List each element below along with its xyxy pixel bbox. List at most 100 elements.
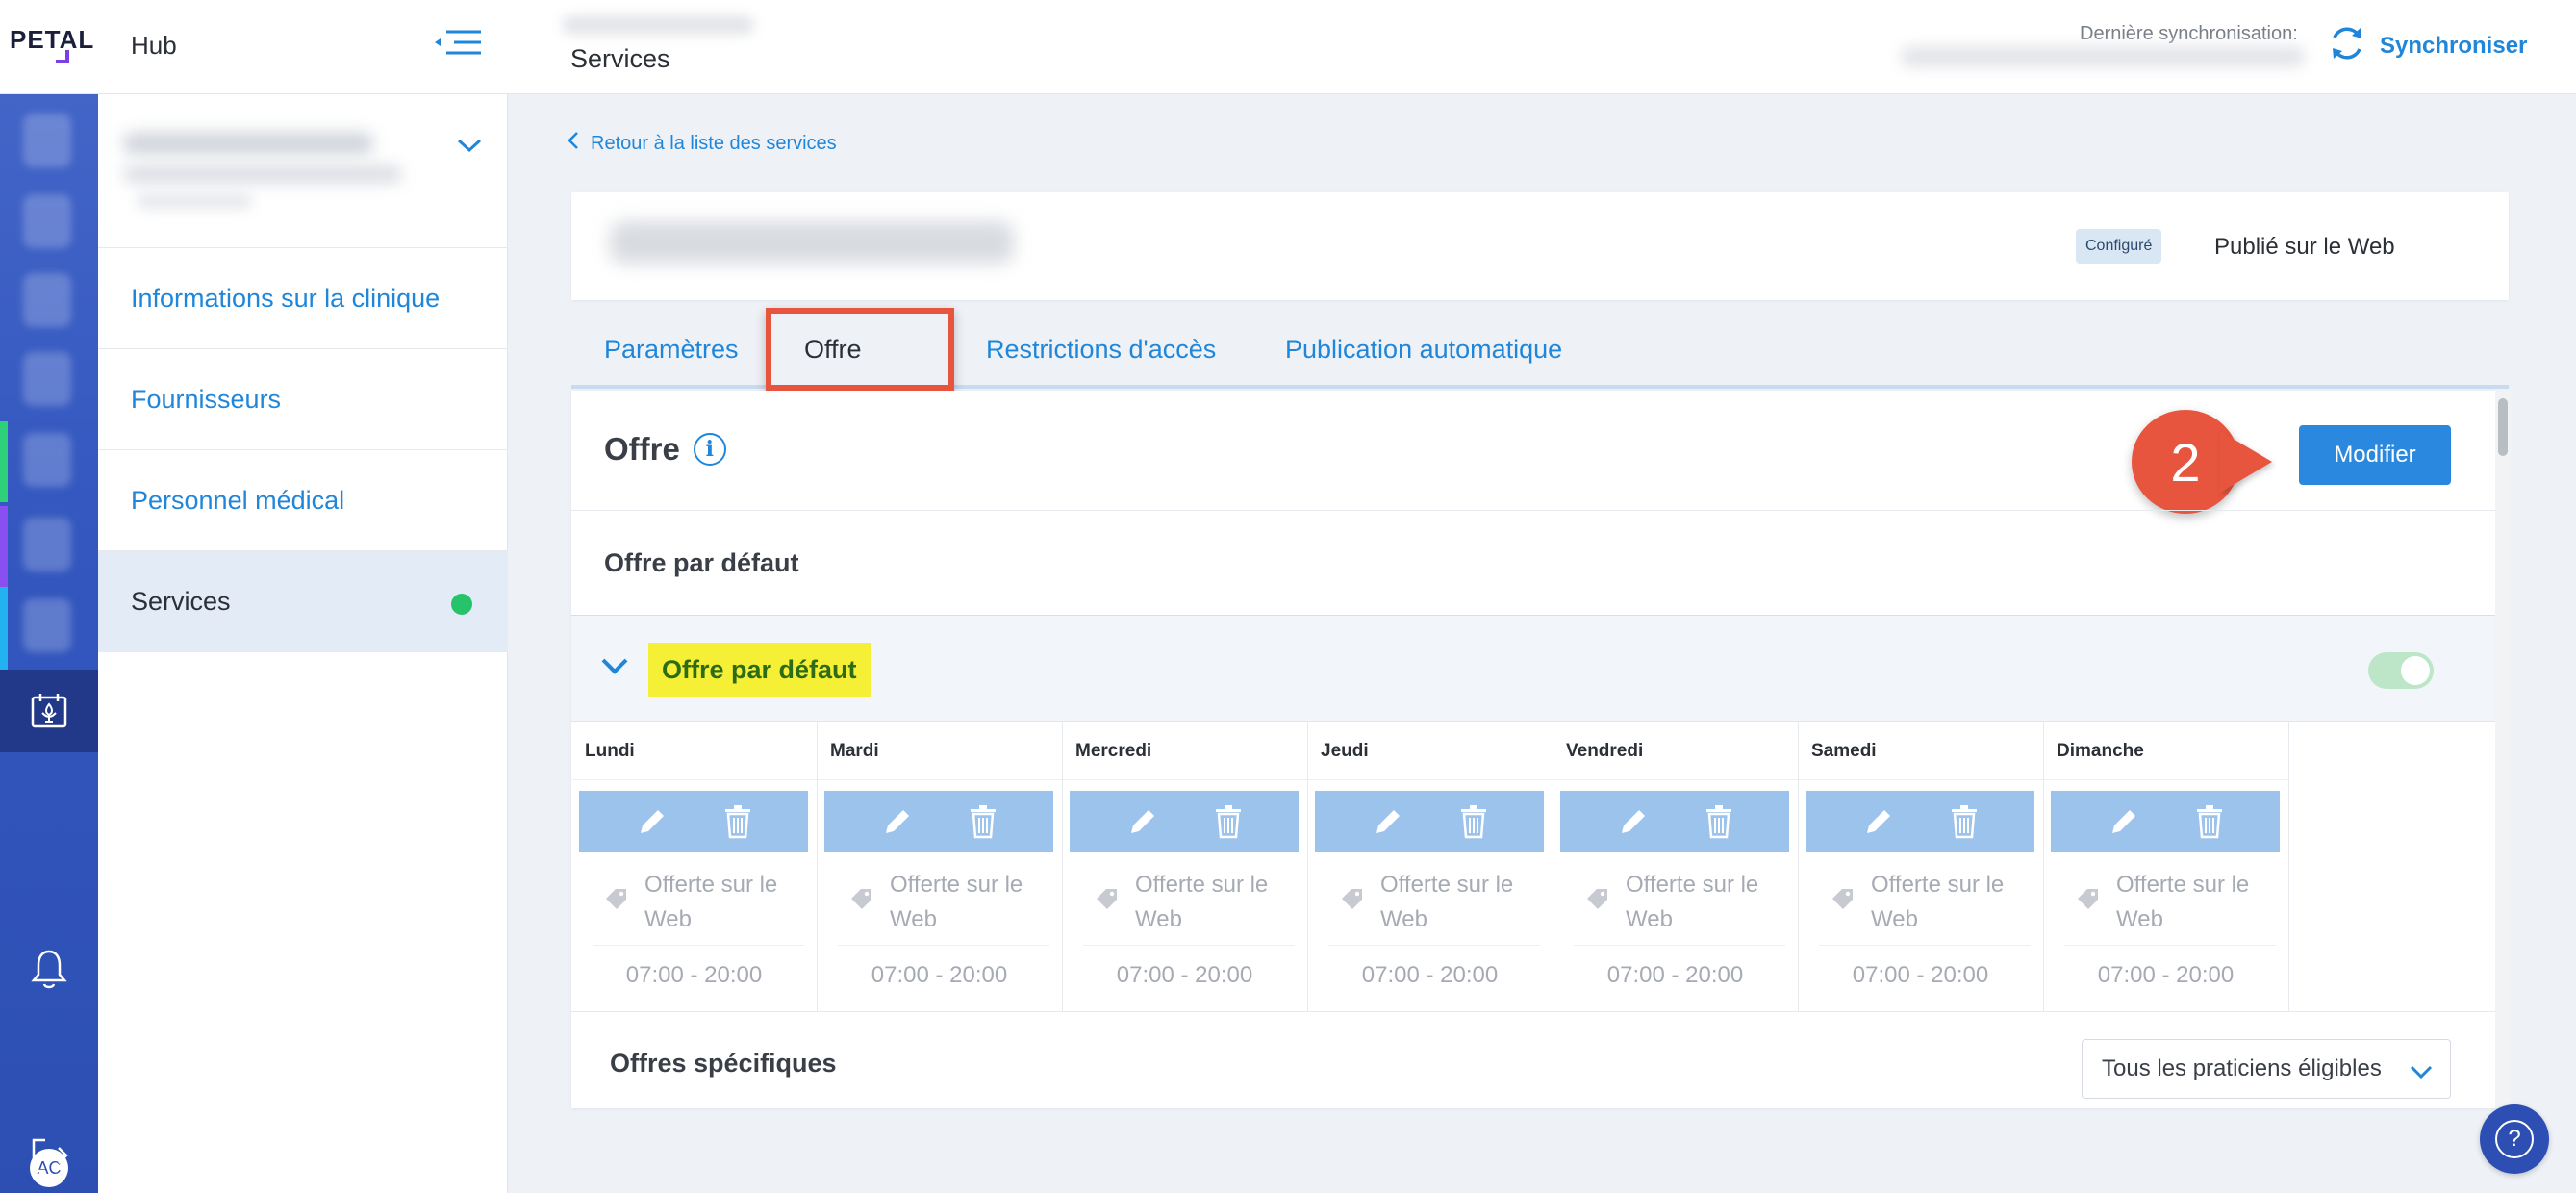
offer-enabled-toggle[interactable]	[2368, 652, 2434, 689]
pencil-icon[interactable]	[1861, 804, 1896, 839]
sidebar-item-label: Fournisseurs	[131, 384, 282, 414]
trash-icon[interactable]	[1705, 804, 1733, 839]
pencil-icon[interactable]	[1125, 804, 1160, 839]
rail-app-redacted[interactable]	[23, 194, 71, 248]
sidebar-item-clinic-info[interactable]: Informations sur la clinique	[98, 248, 508, 349]
pencil-icon[interactable]	[1371, 804, 1405, 839]
tab-restrictions[interactable]: Restrictions d'accès	[986, 335, 1216, 365]
chevron-left-icon	[568, 131, 579, 156]
practitioner-filter-value: Tous les praticiens éligibles	[2102, 1055, 2382, 1081]
back-to-services-link[interactable]: Retour à la liste des services	[568, 131, 837, 156]
rail-app-redacted[interactable]	[23, 352, 71, 406]
rail-app-redacted[interactable]	[23, 518, 71, 571]
tag-icon	[1585, 887, 1610, 917]
day-name: Vendredi	[1566, 741, 1644, 761]
trash-icon[interactable]	[1950, 804, 1979, 839]
status-badge: Configuré	[2076, 229, 2162, 264]
day-hours: 07:00 - 20:00	[1116, 962, 1253, 988]
sidebar-item-medical-staff[interactable]: Personnel médical	[98, 450, 508, 551]
day-actions	[579, 791, 808, 852]
day-hours: 07:00 - 20:00	[871, 962, 1008, 988]
day-actions	[1560, 791, 1789, 852]
tab-publication-auto[interactable]: Publication automatique	[1285, 335, 1562, 365]
tab-parametres[interactable]: Paramètres	[604, 335, 739, 365]
help-icon: ?	[2495, 1120, 2534, 1158]
day-column: Jeudi Offerte sur le Web 07:00 - 20:00	[1307, 722, 1553, 1012]
modify-button[interactable]: Modifier	[2299, 425, 2451, 485]
sidebar: Informations sur la clinique Fournisseur…	[98, 94, 508, 1193]
help-button[interactable]: ?	[2480, 1104, 2549, 1174]
logout-icon[interactable]	[25, 1131, 73, 1180]
divider	[2064, 945, 2276, 946]
pencil-icon[interactable]	[635, 804, 669, 839]
page-title: Services	[570, 44, 670, 73]
pencil-icon[interactable]	[1616, 804, 1651, 839]
trash-icon[interactable]	[1459, 804, 1488, 839]
day-hours: 07:00 - 20:00	[1361, 962, 1499, 988]
pencil-icon[interactable]	[2107, 804, 2141, 839]
trash-icon[interactable]	[969, 804, 998, 839]
tag-icon	[1340, 887, 1365, 917]
day-column: Lundi Offerte sur le Web 07:00 - 20:00	[571, 722, 818, 1012]
scrollbar-thumb[interactable]	[2498, 398, 2508, 456]
tab-offre[interactable]: Offre	[804, 335, 862, 365]
offer-name: Offre par défaut	[648, 643, 871, 697]
practitioner-filter-select[interactable]: Tous les praticiens éligibles	[2082, 1039, 2451, 1099]
panel-scrollbar[interactable]	[2495, 391, 2511, 1108]
pencil-icon[interactable]	[880, 804, 915, 839]
section-title: Offre par défaut	[604, 547, 799, 577]
chevron-down-icon[interactable]	[600, 656, 629, 680]
divider	[1574, 945, 1785, 946]
back-link-label: Retour à la liste des services	[591, 132, 837, 154]
sidebar-item-label: Services	[131, 586, 231, 616]
web-offer-label: Offerte sur le Web	[2116, 872, 2250, 932]
rail-app-redacted[interactable]	[23, 598, 71, 652]
tab-bar: Paramètres Offre Restrictions d'accès Pu…	[571, 308, 2509, 389]
sidebar-item-providers[interactable]: Fournisseurs	[98, 349, 508, 450]
info-icon[interactable]: i	[693, 433, 726, 466]
sidebar-item-services[interactable]: Services	[98, 551, 508, 652]
rail-app-redacted[interactable]	[23, 273, 71, 327]
rail-stripe-purple	[0, 506, 8, 587]
trash-icon[interactable]	[2195, 804, 2224, 839]
day-actions	[1070, 791, 1299, 852]
last-sync-label: Dernière synchronisation:	[2080, 23, 2298, 44]
sync-button[interactable]: Synchroniser	[2326, 19, 2527, 73]
day-name: Dimanche	[2057, 741, 2144, 761]
day-hours: 07:00 - 20:00	[625, 962, 763, 988]
divider	[817, 779, 1062, 780]
logo: PETAL	[10, 25, 95, 54]
web-offer-label: Offerte sur le Web	[1871, 872, 2005, 932]
day-name: Lundi	[585, 741, 635, 761]
sync-icon	[2326, 22, 2368, 71]
last-sync-value-redacted	[1901, 46, 2305, 67]
rail-app-redacted[interactable]	[23, 114, 71, 167]
divider	[571, 779, 817, 780]
clinic-selector[interactable]	[98, 94, 508, 248]
calendar-icon	[25, 687, 73, 735]
tag-icon	[604, 887, 629, 917]
clinic-address-redacted	[123, 165, 402, 183]
day-hours: 07:00 - 20:00	[1852, 962, 1989, 988]
divider	[2043, 779, 2288, 780]
clinic-detail-redacted	[137, 194, 252, 208]
rail-stripe-blue	[0, 587, 8, 670]
tag-icon	[1831, 887, 1856, 917]
status-dot	[451, 594, 472, 615]
bell-icon[interactable]	[25, 945, 73, 993]
sidebar-item-label: Personnel médical	[131, 485, 345, 515]
sync-label: Synchroniser	[2380, 33, 2528, 59]
specific-offers-title: Offres spécifiques	[610, 1049, 837, 1078]
trash-icon[interactable]	[1214, 804, 1243, 839]
weekly-schedule: Lundi Offerte sur le Web 07:00 - 20:00 M…	[571, 722, 2495, 1012]
tag-icon	[849, 887, 874, 917]
day-column: Mardi Offerte sur le Web 07:00 - 20:00	[817, 722, 1063, 1012]
rail-active-item[interactable]	[0, 670, 98, 752]
collapse-menu-icon[interactable]	[433, 29, 483, 63]
day-name: Mardi	[830, 741, 879, 761]
web-offer-label: Offerte sur le Web	[890, 872, 1023, 932]
app-title: Hub	[131, 31, 177, 60]
trash-icon[interactable]	[723, 804, 752, 839]
rail-app-redacted[interactable]	[23, 433, 71, 487]
day-column: Vendredi Offerte sur le Web 07:00 - 20:0…	[1553, 722, 1799, 1012]
